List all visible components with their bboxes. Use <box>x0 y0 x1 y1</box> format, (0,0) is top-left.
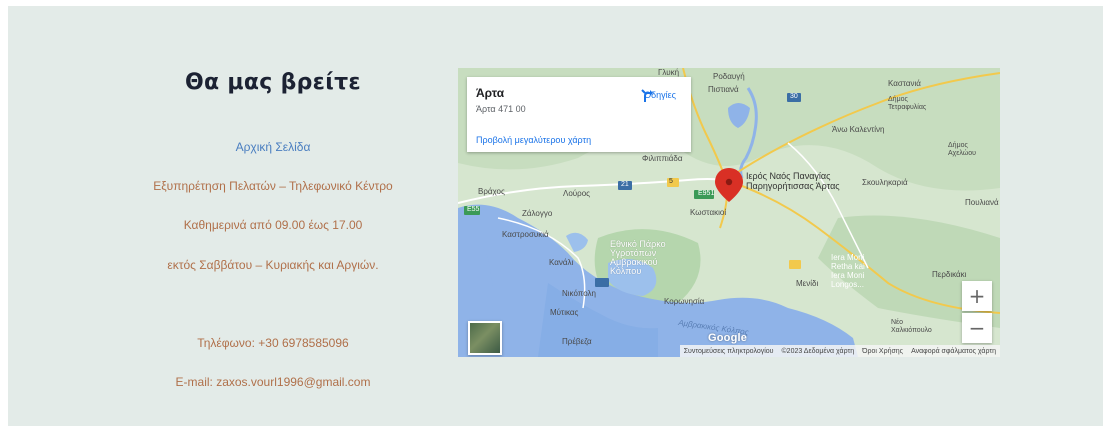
map-label-skoulikaria: Σκουληκαριά <box>862 178 908 187</box>
map-label-ethniko-parko: Εθνικό Πάρκο Υγροτόπων Αμβρακικού Κόλπου <box>610 239 666 276</box>
place-title: Άρτα <box>476 86 505 100</box>
satellite-layer-toggle[interactable] <box>468 321 502 355</box>
map-label-perdikaki: Περδικάκι <box>932 270 967 279</box>
map-road-21: 21 <box>621 181 629 188</box>
map-embed[interactable]: Γλυκή Ροδαυγή Πιστιανά 30 Καστανιά Δήμος… <box>458 68 1000 357</box>
map-label-louros: Λούρος <box>563 189 591 198</box>
map-label-neo-chalkiopoulo: Νέο Χαλκιόπουλο <box>891 319 932 334</box>
map-label-filippiada: Φιλιππιάδα <box>642 154 683 163</box>
directions-icon <box>641 89 653 102</box>
directions-button[interactable]: Οδηγίες <box>639 87 681 102</box>
map-label-ano-kalentini: Άνω Καλεντίνη <box>832 125 885 134</box>
google-logo: Google <box>708 332 748 344</box>
keyboard-shortcuts-link[interactable]: Συντομεύσεις πληκτρολογίου <box>684 348 774 355</box>
map-label-preveza: Πρέβεζα <box>562 337 592 346</box>
terms-link[interactable]: Όροι Χρήσης <box>862 348 903 355</box>
email-text: E-mail: zaxos.vourl1996@gmail.com <box>175 375 371 389</box>
map-label-kastrosykia: Καστροσυκιά <box>502 230 549 239</box>
map-label-vrachos: Βράχος <box>478 187 505 196</box>
map-label-dimos-tetrafylias: Δήμος Τετραφυλίας <box>888 96 927 111</box>
map-label-glyki: Γλυκή <box>658 68 680 77</box>
map-label-mytikas: Μύτικας <box>550 308 579 317</box>
home-link[interactable]: Αρχική Σελίδα <box>128 140 418 154</box>
place-card: Άρτα Άρτα 471 00 Οδηγίες Προβολή μεγαλύτ… <box>467 77 691 152</box>
map-label-rodafgi: Ροδαυγή <box>713 72 745 81</box>
map-label-nikopoli: Νικόπολη <box>562 289 596 298</box>
contact-section: Θα μας βρείτε Αρχική Σελίδα Εξυπηρέτηση … <box>8 6 1103 426</box>
closed-days-text: εκτός Σαββάτου – Κυριακής και Αργιών. <box>167 258 379 272</box>
zoom-in-button[interactable]: + <box>962 281 992 311</box>
map-road-30: 30 <box>790 93 798 100</box>
map-label-kastania: Καστανιά <box>888 79 921 88</box>
place-address: Άρτα 471 00 <box>476 104 526 114</box>
map-label-dimos-acheloou: Δήμος Αχελώου <box>948 142 976 157</box>
map-label-pistiana: Πιστιανά <box>708 85 739 94</box>
view-larger-map-link[interactable]: Προβολή μεγαλύτερου χάρτη <box>476 135 591 145</box>
map-label-ieros-naos: Ιερός Ναός Παναγίας Παρηγορήτισσας Άρτας <box>746 171 840 191</box>
customer-service-text: Εξυπηρέτηση Πελατών – Τηλεφωνικό Κέντρο <box>153 179 393 193</box>
map-label-pouliana: Πουλιανά <box>965 198 999 207</box>
hours-text: Καθημερινά από 09.00 έως 17.00 <box>183 218 363 232</box>
map-label-kanali: Κανάλι <box>549 258 574 267</box>
map-label-ieras-moni: Iera Moni Retha kai Iera Moni Longos... <box>831 253 865 289</box>
map-label-menidi: Μενίδι <box>796 279 819 288</box>
map-data-text: ©2023 Δεδομένα χάρτη <box>781 347 855 355</box>
page-title: Θα μας βρείτε <box>185 70 361 95</box>
phone-text: Τηλέφωνο: +30 6978585096 <box>197 336 349 350</box>
map-road-e55: E55 <box>467 206 480 213</box>
map-footer: Συντομεύσεις πληκτρολογίου ©2023 Δεδομέν… <box>679 345 1000 357</box>
report-error-link[interactable]: Αναφορά σφάλματος χάρτη <box>911 348 996 355</box>
zoom-out-button[interactable]: − <box>962 313 992 343</box>
map-road-e951: E951 <box>698 190 715 197</box>
map-road-5: 5 <box>669 178 673 185</box>
map-label-koronisia: Κορωνησία <box>664 297 705 306</box>
map-label-zalongo: Ζάλογγο <box>522 209 553 218</box>
map-label-kostakioi: Κωστακιοί <box>690 208 727 217</box>
